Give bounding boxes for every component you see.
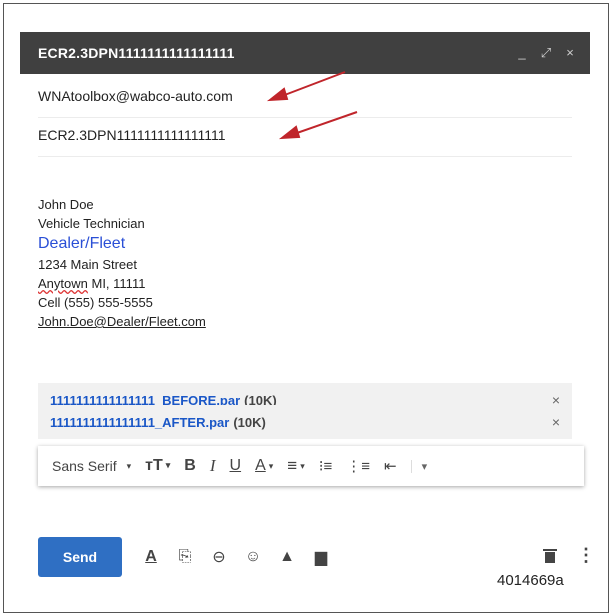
arrow-to-subject	[293, 111, 358, 135]
callout-arrows	[266, 71, 358, 140]
arrow-to-recipient	[281, 71, 346, 97]
arrowhead-to-recipient	[266, 87, 289, 102]
arrowhead-to-subject	[278, 125, 301, 140]
